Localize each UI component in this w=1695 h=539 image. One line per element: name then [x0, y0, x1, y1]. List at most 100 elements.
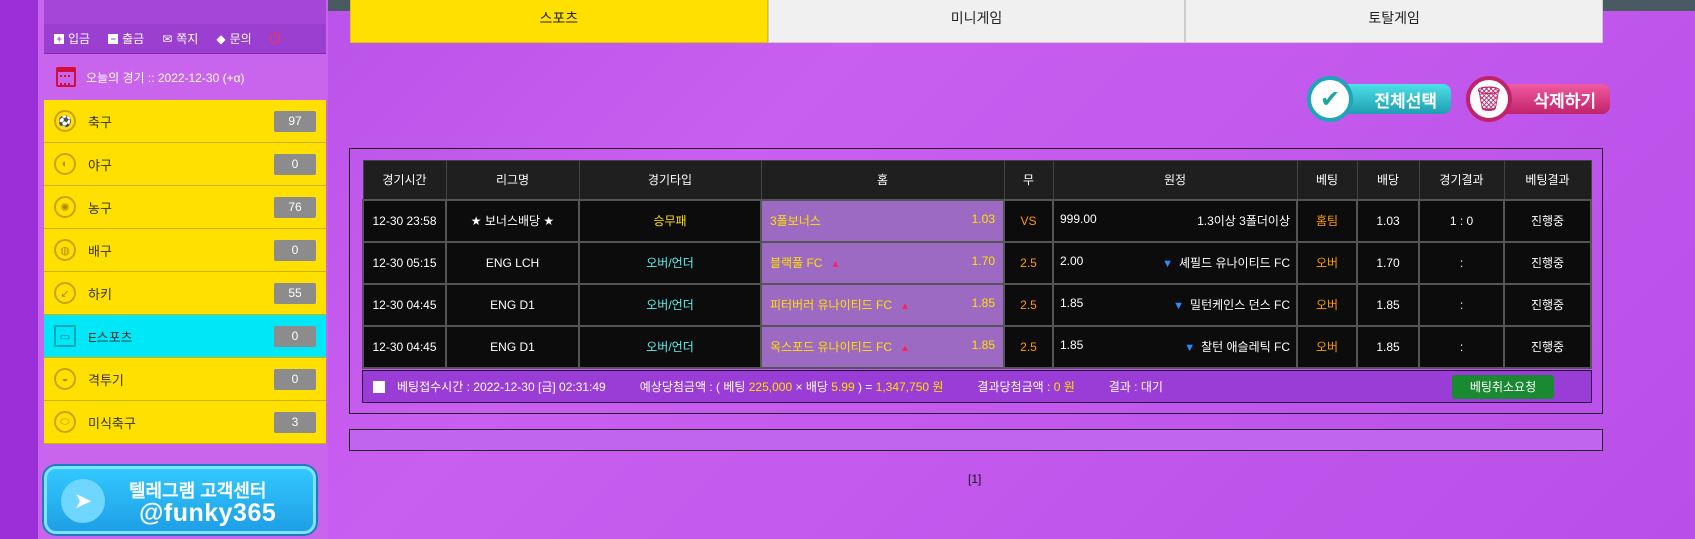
- calendar-icon: [56, 67, 76, 87]
- home-odd: 1.70: [971, 254, 995, 268]
- page-link-1[interactable]: [1]: [968, 472, 981, 486]
- slip-time-label: 베팅접수시간 :: [397, 380, 470, 394]
- cell-odds: 1.85: [1356, 324, 1420, 369]
- message-link[interactable]: ✉ 쪽지: [162, 30, 198, 47]
- sport-item-6[interactable]: ◒ 격투기 0: [44, 358, 326, 401]
- result-amount-label: 결과당첨금액 :: [977, 380, 1051, 394]
- cancel-bet-button[interactable]: 베팅취소요청: [1452, 375, 1554, 399]
- times-label: × 배당: [795, 380, 828, 394]
- power-icon[interactable]: ⏻: [270, 30, 281, 47]
- withdraw-link[interactable]: − 출금: [108, 30, 144, 47]
- sport-count: 55: [274, 282, 316, 304]
- tab-totalgame[interactable]: 토탈게임: [1185, 0, 1604, 43]
- sidebar: + 입금 − 출금 ✉ 쪽지 ◆ 문의 ⏻ 오늘의 경기 :: 2022-12-30 (…: [38, 0, 328, 539]
- sport-item-7[interactable]: ⬭ 미식축구 3: [44, 401, 326, 444]
- game-tabs: 스포츠 미니게임 토탈게임: [350, 0, 1604, 43]
- sport-count: 0: [274, 153, 316, 175]
- delete-button[interactable]: 삭제하기 🗑: [1466, 76, 1612, 122]
- cell-league: ENG D1: [445, 324, 580, 369]
- cell-odds: 1.03: [1356, 198, 1420, 243]
- col-type: 경기타입: [578, 160, 762, 200]
- cell-odds: 1.70: [1356, 240, 1420, 285]
- away-team: 찰턴 애슬레틱 FC: [1201, 340, 1290, 354]
- expected-label: 예상당첨금액 : ( 베팅: [639, 380, 746, 394]
- col-result: 경기결과: [1418, 160, 1505, 200]
- plus-icon: +: [54, 33, 64, 44]
- cell-time: 12-30 05:15: [362, 240, 447, 285]
- expected-amount: 1,347,750 원: [875, 380, 944, 394]
- select-all-button[interactable]: 전체선택 ✔: [1307, 76, 1453, 122]
- col-home: 홈: [760, 160, 1005, 200]
- sport-item-3[interactable]: ◍ 배구 0: [44, 229, 326, 272]
- volleyball-icon: ◍: [54, 239, 76, 261]
- home-odd: 1.85: [971, 338, 995, 352]
- sport-name: 야구: [88, 157, 112, 173]
- soccer-ball-icon: ⚽: [54, 110, 76, 132]
- cell-league: ENG D1: [445, 282, 580, 327]
- cell-odds: 1.85: [1356, 282, 1420, 327]
- cell-home: 3폴보너스 1.03: [760, 198, 1005, 243]
- away-odd: 2.00: [1060, 254, 1084, 268]
- table-header-row: 경기시간 리그명 경기타입 홈 무 원정 베팅 배당 경기결과 베팅결과: [362, 160, 1592, 200]
- baseball-icon: ◐: [54, 153, 76, 175]
- cell-status: 진행중: [1503, 240, 1592, 285]
- telegram-handle: @funky365: [139, 499, 277, 527]
- total-odds: 5.99: [831, 379, 855, 394]
- sport-name: 하키: [88, 286, 112, 302]
- cell-status: 진행중: [1503, 282, 1592, 327]
- arrow-down-icon: ▼: [1162, 258, 1173, 270]
- cell-away: 2.00 ▼ 셰필드 유나이티드 FC: [1052, 240, 1298, 285]
- cell-league: ★ 보너스배당 ★: [445, 198, 580, 243]
- tab-minigame[interactable]: 미니게임: [767, 0, 1186, 43]
- monitor-icon: ▭: [54, 325, 76, 347]
- sport-count: 97: [274, 110, 316, 132]
- deposit-link[interactable]: + 입금: [54, 30, 90, 47]
- cell-status: 진행중: [1503, 198, 1592, 243]
- sport-item-4[interactable]: ↙ 하키 55: [44, 272, 326, 315]
- sport-count: 0: [274, 368, 316, 390]
- sport-item-5[interactable]: ▭ E스포츠 0: [44, 315, 326, 358]
- home-team: 옥스포드 유나이티드 FC: [770, 340, 893, 354]
- bet-table: 경기시간 리그명 경기타입 홈 무 원정 베팅 배당 경기결과 베팅결과 12-…: [362, 160, 1592, 369]
- sport-name: 배구: [88, 243, 112, 259]
- cell-time: 12-30 04:45: [362, 324, 447, 369]
- inquiry-link[interactable]: ◆ 문의: [216, 30, 251, 47]
- away-team: 밀턴케인스 던스 FC: [1190, 298, 1290, 312]
- col-bet: 베팅: [1296, 160, 1358, 200]
- account-menu: + 입금 − 출금 ✉ 쪽지 ◆ 문의 ⏻: [44, 24, 326, 54]
- cell-draw: 2.5: [1003, 324, 1054, 369]
- arrow-up-icon: ▲: [900, 301, 910, 312]
- col-draw: 무: [1003, 160, 1054, 200]
- cell-type: 오버/언더: [578, 282, 762, 327]
- cell-away: 999.00 1.3이상 3폴더이상: [1052, 198, 1298, 243]
- sport-count: 0: [274, 239, 316, 261]
- sport-name: E스포츠: [88, 329, 133, 345]
- slip-checkbox[interactable]: [373, 380, 385, 393]
- table-row: 12-30 04:45 ENG D1 오버/언더 피터버러 유나이티드 FC ▲ 1.85…: [362, 282, 1592, 327]
- cell-type: 승무패: [578, 198, 762, 243]
- sport-count: 0: [274, 325, 316, 347]
- cell-result: :: [1418, 240, 1505, 285]
- today-games-label: 오늘의 경기 :: 2022-12-30 (+α): [86, 70, 245, 85]
- cell-bet: 오버: [1296, 240, 1358, 285]
- cell-draw: 2.5: [1003, 282, 1054, 327]
- tab-sports[interactable]: 스포츠: [350, 0, 768, 43]
- sport-item-1[interactable]: ◐ 야구 0: [44, 143, 326, 186]
- cell-status: 진행중: [1503, 324, 1592, 369]
- sport-name: 축구: [88, 114, 112, 130]
- bet-slip-summary: 베팅접수시간 : 2022-12-30 [금] 02:31:49 예상당첨금액 …: [362, 370, 1592, 403]
- cell-result: :: [1418, 282, 1505, 327]
- sport-item-0[interactable]: ⚽ 축구 97: [44, 100, 326, 143]
- cell-type: 오버/언더: [578, 240, 762, 285]
- trash-icon: 🗑: [1466, 76, 1512, 122]
- home-odd: 1.85: [971, 296, 995, 310]
- sport-name: 미식축구: [88, 415, 136, 431]
- sport-item-2[interactable]: ✺ 농구 76: [44, 186, 326, 229]
- account-strip: [44, 0, 326, 24]
- col-status: 베팅결과: [1503, 160, 1592, 200]
- home-team: 3폴보너스: [770, 214, 821, 228]
- col-odds: 배당: [1356, 160, 1420, 200]
- sport-count: 3: [274, 411, 316, 433]
- telegram-icon: ➤: [61, 479, 105, 523]
- telegram-support-banner[interactable]: ➤ 텔레그램 고객센터 @funky365: [44, 466, 316, 534]
